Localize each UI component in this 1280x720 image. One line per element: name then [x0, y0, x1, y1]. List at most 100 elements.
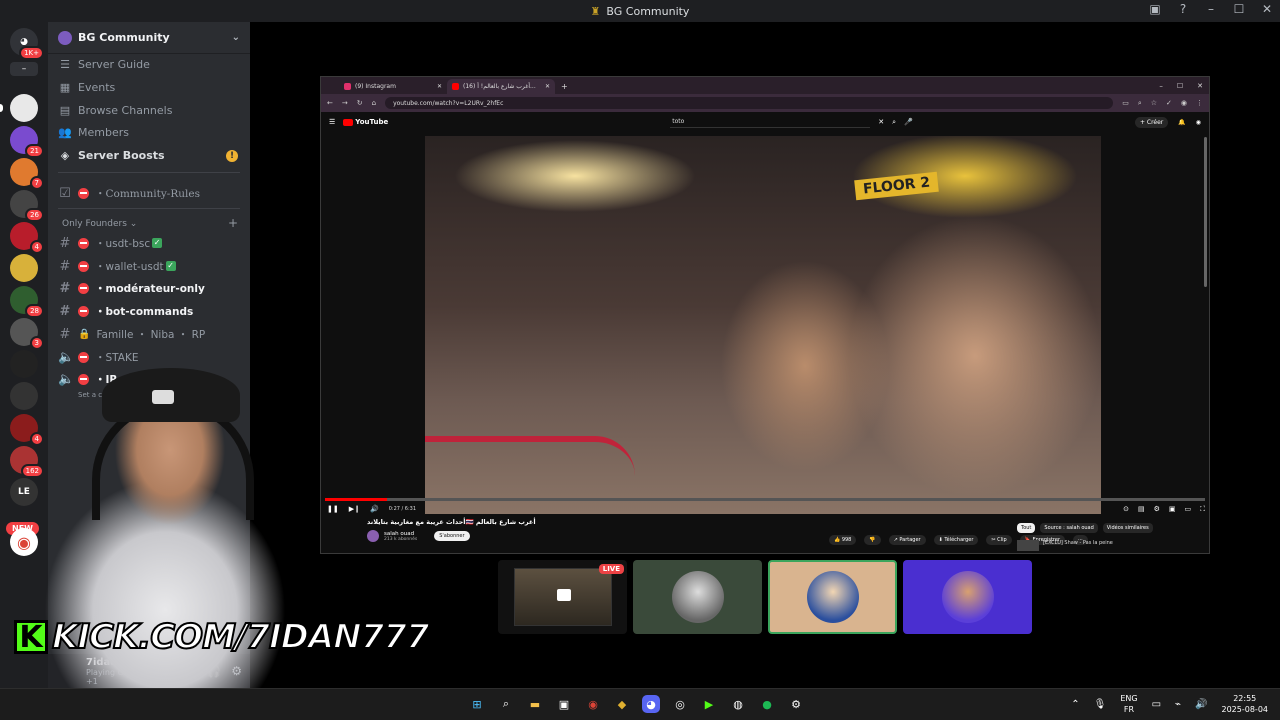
url-field[interactable]: youtube.com/watch?v=L2URv_2hfEc [385, 97, 1114, 109]
participant-tile-4[interactable] [903, 560, 1032, 634]
maximize-button[interactable]: ☐ [1177, 82, 1183, 90]
user-info[interactable]: 7idaaan Playing Google Chrome +1 [86, 657, 181, 686]
theater-mode-icon[interactable]: ▭ [1184, 505, 1191, 514]
server-icon-7[interactable]: 28 [10, 286, 44, 318]
minimize-button[interactable]: – [1204, 2, 1218, 16]
volume-icon[interactable]: 🔊 [370, 505, 379, 513]
channel-famille-niba-rp[interactable]: # 🔒 Famille ・ Niba ・ RP [58, 325, 206, 343]
server-icon-1[interactable] [10, 94, 38, 122]
participant-tile-3-speaking[interactable] [768, 560, 897, 634]
server-icon-2[interactable]: 21 [10, 126, 44, 158]
microphone-icon[interactable]: 🎙 [1094, 699, 1107, 710]
settings-gear-icon[interactable]: ⚙ [787, 695, 805, 713]
channel-community-rules[interactable]: ☑ ・Community-Rules [58, 184, 200, 202]
close-tab-icon[interactable]: ✕ [437, 83, 442, 90]
server-icon-chrome[interactable]: ◉ [10, 528, 38, 556]
discord-icon[interactable]: ◕ [642, 695, 660, 713]
network-icon[interactable]: ⌁ [1175, 699, 1181, 710]
home-button[interactable]: ◕ 1K+ [10, 28, 44, 60]
browser-tab-youtube[interactable]: (16) أغرب شارع بالعالم! أ... ✕ [447, 79, 555, 94]
store-icon[interactable]: ▣ [555, 695, 573, 713]
channel-name[interactable]: salah ouad [384, 531, 417, 537]
create-button[interactable]: + Créer [1134, 116, 1169, 128]
cast-icon[interactable]: ▭ [1122, 99, 1129, 107]
share-button[interactable]: ↗ Partager [888, 535, 926, 545]
new-tab-icon[interactable]: + [555, 82, 574, 94]
file-explorer-icon[interactable]: ▬ [526, 695, 544, 713]
fullscreen-icon[interactable]: ⛶ [1200, 505, 1205, 514]
suggested-video[interactable]: [EXCLU] Shaw - Pas la peine [1017, 540, 1113, 551]
miniplayer-icon[interactable]: ▣ [1169, 505, 1176, 514]
autoplay-toggle-icon[interactable]: ⊙ [1123, 505, 1129, 514]
nav-server-guide[interactable]: ☰ Server Guide [58, 58, 150, 71]
display-icon[interactable]: ▭ [1152, 699, 1161, 710]
server-icon-3[interactable]: 7 [10, 158, 44, 190]
shared-browser-window[interactable]: (9) Instagram ✕ (16) أغرب شارع بالعالم! … [320, 76, 1210, 554]
clear-search-icon[interactable]: ✕ [878, 118, 884, 126]
participant-tile-2[interactable] [633, 560, 762, 634]
subscribe-button[interactable]: S'abonner [434, 531, 470, 541]
server-icon-10[interactable] [10, 382, 38, 410]
subtitles-icon[interactable]: ▤ [1138, 505, 1145, 514]
video-progress-bar[interactable] [325, 498, 1205, 501]
minimize-button[interactable]: – [1159, 82, 1163, 90]
direct-messages-icon[interactable]: – [10, 62, 38, 76]
server-icon-6[interactable] [10, 254, 38, 282]
chrome-icon[interactable]: ◉ [584, 695, 602, 713]
browser-tab-instagram[interactable]: (9) Instagram ✕ [339, 79, 447, 94]
settings-gear-icon[interactable]: ⚙ [1154, 505, 1160, 514]
inbox-icon[interactable]: ▣ [1148, 2, 1162, 16]
youtube-logo[interactable]: YouTube [343, 118, 388, 126]
channel-usdt-bsc[interactable]: # ・usdt-bsc ✓ [58, 234, 163, 252]
forward-icon[interactable]: → [342, 99, 348, 107]
chevron-up-icon[interactable]: ⌃ [1071, 699, 1079, 710]
server-icon-11[interactable]: 4 [10, 414, 44, 446]
channel-stake[interactable]: 🔈 ・STAKE [58, 348, 138, 366]
video-player[interactable]: FLOOR 2 [425, 136, 1101, 514]
bookmark-star-icon[interactable]: ☆ [1151, 99, 1157, 107]
guild-header[interactable]: BG Community ⌄ [48, 22, 250, 54]
microphone-icon[interactable]: 🎙 [181, 664, 196, 678]
close-tab-icon[interactable]: ✕ [545, 83, 550, 90]
channel-moderateur-only[interactable]: # ・modérateur-only [58, 279, 205, 297]
obs-icon[interactable]: ◎ [671, 695, 689, 713]
page-scrollbar[interactable] [1204, 137, 1207, 287]
nav-browse-channels[interactable]: ▤ Browse Channels [58, 104, 173, 117]
back-icon[interactable]: ← [327, 99, 333, 107]
home-icon[interactable]: ⌂ [372, 99, 376, 107]
windows-start-icon[interactable]: ⊞ [468, 695, 486, 713]
account-avatar[interactable]: ◉ [1196, 119, 1201, 126]
close-button[interactable]: ✕ [1197, 82, 1203, 90]
dislike-button[interactable]: 👎 [864, 535, 881, 545]
nav-server-boosts[interactable]: ◈ Server Boosts [58, 149, 165, 162]
extensions-icon[interactable]: ✓ [1166, 99, 1172, 107]
notifications-bell-icon[interactable]: 🔔 [1178, 119, 1185, 126]
add-channel-button[interactable]: + [228, 216, 238, 230]
like-button[interactable]: 👍 998 [829, 535, 857, 545]
nav-members[interactable]: 👥 Members [58, 126, 129, 139]
zoom-icon[interactable]: ⌕ [1138, 99, 1142, 108]
chip-source[interactable]: Source : salah ouad [1040, 523, 1098, 533]
voice-search-icon[interactable]: 🎤 [904, 118, 913, 126]
search-icon[interactable]: ⌕ [497, 695, 515, 713]
pause-icon[interactable]: ❚❚ [327, 505, 339, 513]
chip-all[interactable]: Tout [1017, 523, 1036, 533]
nav-events[interactable]: ▦ Events [58, 81, 115, 94]
language-indicator[interactable]: ENG FR [1120, 693, 1137, 715]
spotify-icon[interactable]: ● [758, 695, 776, 713]
search-icon[interactable]: ⌕ [892, 118, 896, 127]
category-only-founders[interactable]: Only Founders ⌄ [62, 219, 137, 229]
server-icon-8[interactable]: 3 [10, 318, 44, 350]
next-video-icon[interactable]: ▶❙ [349, 505, 360, 513]
download-button[interactable]: ⬇ Télécharger [933, 535, 979, 545]
server-icon-13[interactable]: LE [10, 478, 38, 506]
clip-button[interactable]: ✂ Clip [986, 535, 1012, 545]
settings-gear-icon[interactable]: ⚙ [231, 664, 242, 678]
maximize-button[interactable]: ☐ [1232, 2, 1246, 16]
app-icon-stack[interactable]: ◆ [613, 695, 631, 713]
server-icon-4[interactable]: 26 [10, 190, 44, 222]
chip-similar[interactable]: Vidéos similaires [1102, 523, 1153, 533]
volume-icon[interactable]: 🔊 [1195, 699, 1207, 710]
kick-app-icon[interactable]: ▶ [700, 695, 718, 713]
headphones-icon[interactable]: 🎧 [206, 664, 221, 678]
